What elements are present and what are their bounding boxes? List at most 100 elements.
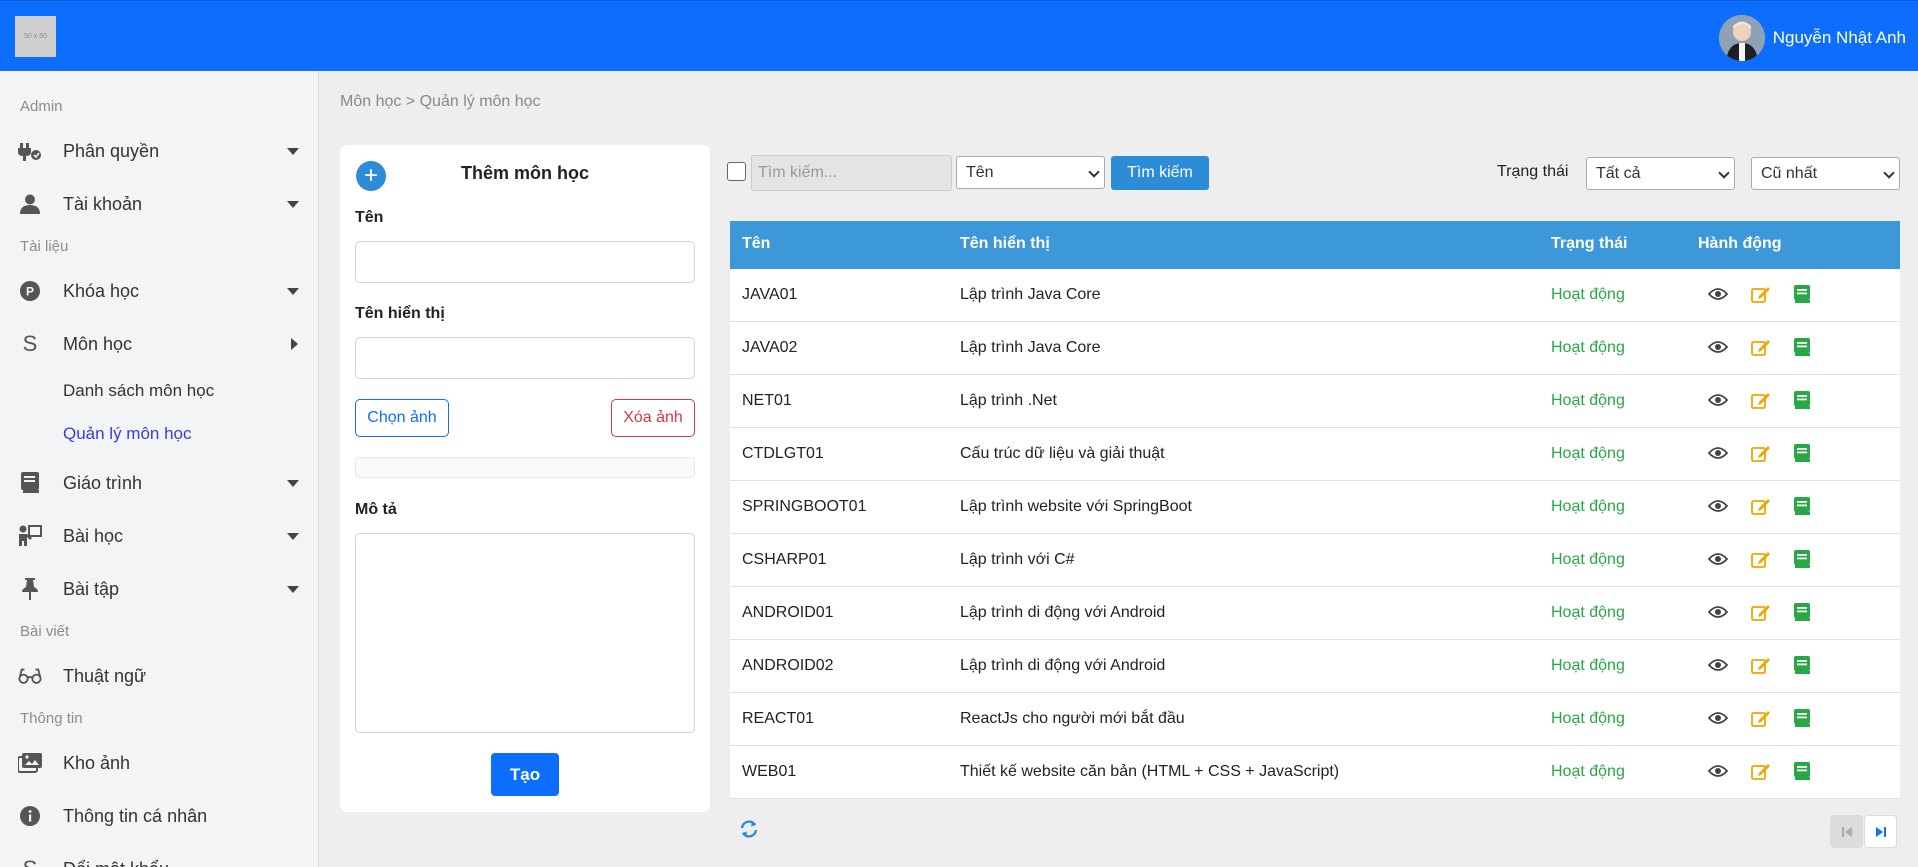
view-icon[interactable] [1707, 654, 1729, 676]
cell-display-name: Lập trình di động với Android [960, 657, 1166, 674]
view-icon[interactable] [1707, 283, 1729, 305]
sidebar-subitem-subject-manage[interactable]: Quản lý môn học [63, 424, 192, 444]
book-icon[interactable] [1791, 654, 1813, 676]
logo[interactable]: 50 x 50 [15, 16, 56, 57]
sidebar-item-image-library[interactable]: Kho ảnh [0, 741, 318, 785]
cell-display-name: Cấu trúc dữ liệu và giải thuật [960, 445, 1165, 462]
table-row: SPRINGBOOT01 Lập trình website với Spring… [730, 481, 1900, 534]
status-filter-select[interactable]: Tất cả [1586, 157, 1735, 190]
name-input[interactable] [355, 241, 695, 283]
book-icon [18, 471, 42, 495]
edit-icon[interactable] [1750, 336, 1772, 358]
sidebar-section-info: Thông tin [20, 710, 83, 727]
chevron-down-icon [287, 147, 299, 155]
view-icon[interactable] [1707, 601, 1729, 623]
cell-name: JAVA01 [742, 286, 798, 303]
sidebar-item-curriculum[interactable]: Giáo trình [0, 461, 318, 505]
sidebar-item-accounts[interactable]: Tài khoản [0, 182, 318, 226]
sidebar-item-label: Thông tin cá nhân [63, 805, 208, 826]
cell-status: Hoạt động [1551, 763, 1625, 780]
sidebar-item-subjects[interactable]: S Môn học [0, 322, 318, 366]
column-header-status: Trạng thái [1551, 235, 1628, 252]
user-menu[interactable]: Nguyễn Nhật Anh [1718, 15, 1906, 61]
create-button[interactable]: Tạo [491, 753, 559, 796]
subjects-table: Tên Tên hiển thị Trạng thái Hành động JA… [730, 221, 1900, 799]
sidebar-item-lessons[interactable]: Bài học [0, 514, 318, 558]
top-navbar: 50 x 50 Nguyễn Nhật Anh [0, 0, 1918, 71]
delete-image-button[interactable]: Xóa ảnh [611, 399, 695, 437]
cell-display-name: Lập trình website với SpringBoot [960, 498, 1192, 515]
view-icon[interactable] [1707, 760, 1729, 782]
view-icon[interactable] [1707, 442, 1729, 464]
search-button[interactable]: Tìm kiếm [1111, 156, 1209, 190]
book-icon[interactable] [1791, 283, 1813, 305]
edit-icon[interactable] [1750, 601, 1772, 623]
book-icon[interactable] [1791, 442, 1813, 464]
sidebar-item-permissions[interactable]: Phân quyền [0, 129, 318, 173]
chevron-down-icon [287, 532, 299, 540]
view-icon[interactable] [1707, 548, 1729, 570]
book-icon[interactable] [1791, 389, 1813, 411]
book-icon[interactable] [1791, 495, 1813, 517]
column-header-actions: Hành động [1698, 235, 1782, 252]
teacher-icon [18, 524, 42, 548]
view-icon[interactable] [1707, 495, 1729, 517]
avatar[interactable] [1718, 15, 1765, 61]
view-icon[interactable] [1707, 336, 1729, 358]
view-icon[interactable] [1707, 707, 1729, 729]
book-icon[interactable] [1791, 548, 1813, 570]
refresh-icon[interactable] [739, 819, 759, 839]
book-icon[interactable] [1791, 336, 1813, 358]
sidebar-item-label: Thuật ngữ [63, 665, 147, 686]
first-page-button[interactable] [1830, 815, 1863, 848]
chevron-right-icon [291, 338, 298, 350]
sort-value: Cũ nhất [1761, 164, 1818, 182]
p-circle-icon: P [18, 279, 42, 303]
sidebar-item-courses[interactable]: P Khóa học [0, 269, 318, 313]
book-icon[interactable] [1791, 707, 1813, 729]
table-row: JAVA02 Lập trình Java Core Hoạt động [730, 322, 1900, 375]
s-letter-icon: S [18, 332, 42, 356]
edit-icon[interactable] [1750, 548, 1772, 570]
cell-status: Hoạt động [1551, 392, 1625, 409]
choose-image-button[interactable]: Chọn ảnh [355, 399, 449, 437]
edit-icon[interactable] [1750, 389, 1772, 411]
sidebar-item-glossary[interactable]: Thuật ngữ [0, 654, 318, 698]
sidebar-item-profile[interactable]: Thông tin cá nhân [0, 794, 318, 838]
description-label: Mô tả [355, 501, 397, 518]
sidebar-subitem-subject-list[interactable]: Danh sách môn học [63, 381, 214, 401]
next-page-button[interactable] [1864, 815, 1897, 848]
book-icon[interactable] [1791, 760, 1813, 782]
sort-select[interactable]: Cũ nhất [1751, 157, 1900, 190]
chevron-down-icon [287, 585, 299, 593]
display-name-input[interactable] [355, 337, 695, 379]
sidebar-item-label: Giáo trình [63, 472, 143, 493]
edit-icon[interactable] [1750, 654, 1772, 676]
sidebar-item-change-password[interactable]: S Đổi mật khẩu [0, 847, 318, 867]
sidebar-item-label: Môn học [63, 333, 133, 354]
cell-name: JAVA02 [742, 339, 798, 356]
cell-name: WEB01 [742, 763, 797, 780]
search-field-select[interactable]: Tên [956, 156, 1105, 189]
edit-icon[interactable] [1750, 283, 1772, 305]
description-textarea[interactable] [355, 533, 695, 733]
select-all-checkbox[interactable] [727, 162, 746, 181]
edit-icon[interactable] [1750, 707, 1772, 729]
search-input[interactable]: Tìm kiếm... [751, 155, 952, 191]
table-row: ANDROID01 Lập trình di động với Android Ho… [730, 587, 1900, 640]
book-icon[interactable] [1791, 601, 1813, 623]
chevron-down-icon [1718, 167, 1730, 179]
skip-last-icon [1875, 826, 1886, 837]
sidebar-item-label: Kho ảnh [63, 752, 131, 773]
sidebar-section-admin: Admin [20, 98, 63, 115]
edit-icon[interactable] [1750, 495, 1772, 517]
user-name[interactable]: Nguyễn Nhật Anh [1773, 28, 1906, 48]
user-icon [18, 192, 42, 216]
sidebar-item-exercises[interactable]: Bài tập [0, 567, 318, 611]
breadcrumb: Môn học > Quản lý môn học [340, 93, 541, 110]
sidebar-item-label: Phân quyền [63, 140, 160, 161]
edit-icon[interactable] [1750, 760, 1772, 782]
chevron-down-icon [1088, 166, 1100, 178]
edit-icon[interactable] [1750, 442, 1772, 464]
view-icon[interactable] [1707, 389, 1729, 411]
